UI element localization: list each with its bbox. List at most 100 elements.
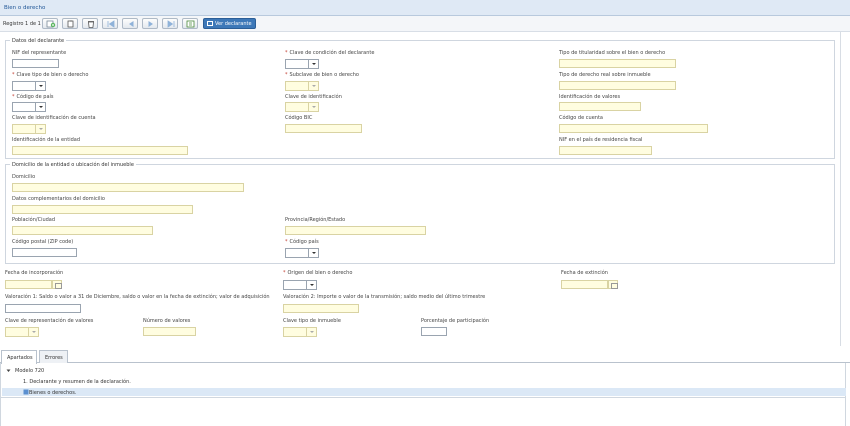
declarant-legend: Datos del declarante [10,38,67,44]
origen-bien-label: * Origen del bien o derecho [283,270,353,276]
poblacion-label: Población/Ciudad [12,217,56,223]
previous-icon [129,21,134,27]
nif-representante-label: NIF del representante [12,50,67,56]
clave-condicion-label: * Clave de condición del declarante [285,50,375,56]
tipo-titularidad-input[interactable] [559,59,676,68]
chevron-down-icon [35,82,45,90]
fecha-incorporacion-input[interactable] [5,280,52,289]
identificacion-entidad-input[interactable] [12,146,188,155]
chevron-down-icon [308,249,318,257]
delete-record-button[interactable] [82,18,98,29]
new-record-button[interactable] [42,18,58,29]
selected-row-highlight [2,388,846,396]
last-icon [167,20,175,28]
next-record-button[interactable] [142,18,158,29]
nif-pais-residencia-input[interactable] [559,146,652,155]
valoracion1-label: Valoración 1: Saldo o valor a 31 de Dici… [5,294,270,300]
clave-identificacion-select[interactable] [285,102,319,112]
domicilio-input[interactable] [12,183,244,192]
datos-complementarios-input[interactable] [12,205,193,214]
address-codigo-pais-label: * Código país [285,239,319,245]
clave-condicion-select[interactable] [285,59,319,69]
clave-tipo-inmueble-label: Clave tipo de inmueble [283,318,341,324]
provincia-input[interactable] [285,226,426,235]
codigo-bic-input[interactable] [285,124,362,133]
numero-valores-label: Número de valores [143,318,191,324]
tab-errores[interactable]: Errores [39,350,68,363]
clave-identificacion-label: Clave de identificación [285,94,342,100]
subclave-bien-select[interactable] [285,81,319,91]
tree-root[interactable]: Modelo 720 [15,368,44,374]
tree-item-declarante[interactable]: 1. Declarante y resumen de la declaració… [23,379,131,385]
toolbar: Registro 1 de 1 Ver declarante [0,16,850,32]
datos-complementarios-label: Datos complementarios del domicilio [12,196,105,202]
previous-record-button[interactable] [122,18,138,29]
calendar-icon[interactable] [608,280,618,289]
clave-representacion-label: Clave de representación de valores [5,318,94,324]
identificacion-valores-label: Identificación de valores [559,94,621,100]
add-record-icon [46,20,56,28]
bottom-area [0,398,846,426]
provincia-label: Provincia/Región/Estado [285,217,346,223]
identificacion-entidad-label: Identificación de la entidad [12,137,81,143]
declarant-panel [5,40,835,159]
window-titlebar: Bien o derecho [0,0,850,16]
address-codigo-pais-select[interactable] [285,248,319,258]
tab-apartados[interactable]: Apartados [1,350,37,364]
copy-record-button[interactable] [62,18,78,29]
valoracion1-input[interactable] [5,304,81,313]
valoracion2-label: Valoración 2: Importe o valor de la tran… [283,294,486,300]
numero-valores-input[interactable] [143,327,196,336]
origen-bien-select[interactable] [283,280,317,290]
chevron-down-icon [35,103,45,111]
tipo-titularidad-label: Tipo de titularidad sobre el bien o dere… [559,50,666,56]
chevron-down-icon [35,125,45,133]
fecha-extincion-label: Fecha de extinción [561,270,608,276]
identificacion-valores-input[interactable] [559,102,641,111]
sections-tree: Modelo 720 1. Declarante y resumen de la… [0,363,846,398]
codigo-postal-label: Código postal (ZIP code) [12,239,74,245]
address-panel [5,164,835,264]
chevron-down-icon [308,103,318,111]
address-legend: Domicilio de la entidad o ubicación del … [10,162,136,168]
codigo-pais-select[interactable] [12,102,46,112]
clave-tipo-inmueble-select[interactable] [283,327,317,337]
first-record-button[interactable] [102,18,118,29]
codigo-cuenta-input[interactable] [559,124,708,133]
expand-triangle-icon[interactable] [6,368,11,373]
first-icon [107,20,115,28]
tab-apartados-label: Apartados [7,355,33,361]
clave-id-cuenta-select[interactable] [12,124,46,134]
tab-bar: Apartados Errores [0,347,850,364]
codigo-pais-label: * Código de país [12,94,54,100]
last-record-button[interactable] [162,18,178,29]
view-declarant-label: Ver declarante [215,21,252,27]
fecha-extincion-input[interactable] [561,280,608,289]
id-card-icon [207,21,213,26]
next-icon [148,21,153,27]
chevron-down-icon [28,328,38,336]
nif-pais-residencia-label: NIF en el país de residencia fiscal [559,137,643,143]
trash-icon [88,21,94,28]
tree-item-bienes[interactable]: Bienes o derechos. [29,390,76,396]
poblacion-input[interactable] [12,226,153,235]
domicilio-label: Domicilio [12,174,36,180]
clave-representacion-select[interactable] [5,327,39,337]
fecha-incorporacion-label: Fecha de incorporación [5,270,64,276]
form-right-border [840,32,841,346]
valoracion2-input[interactable] [283,304,359,313]
nif-representante-input[interactable] [12,59,59,68]
clave-tipo-bien-label: * Clave tipo de bien o derecho [12,72,89,78]
porcentaje-input[interactable] [421,327,447,336]
chevron-down-icon [306,281,316,289]
export-icon [186,20,195,28]
clave-tipo-bien-select[interactable] [12,81,46,91]
view-declarant-button[interactable]: Ver declarante [203,18,256,29]
export-button[interactable] [182,18,198,29]
tab-errores-label: Errores [45,355,63,361]
codigo-cuenta-label: Código de cuenta [559,115,603,121]
chevron-down-icon [308,82,318,90]
calendar-icon[interactable] [52,280,62,289]
codigo-postal-input[interactable] [12,248,77,257]
tipo-derecho-real-input[interactable] [559,81,676,90]
